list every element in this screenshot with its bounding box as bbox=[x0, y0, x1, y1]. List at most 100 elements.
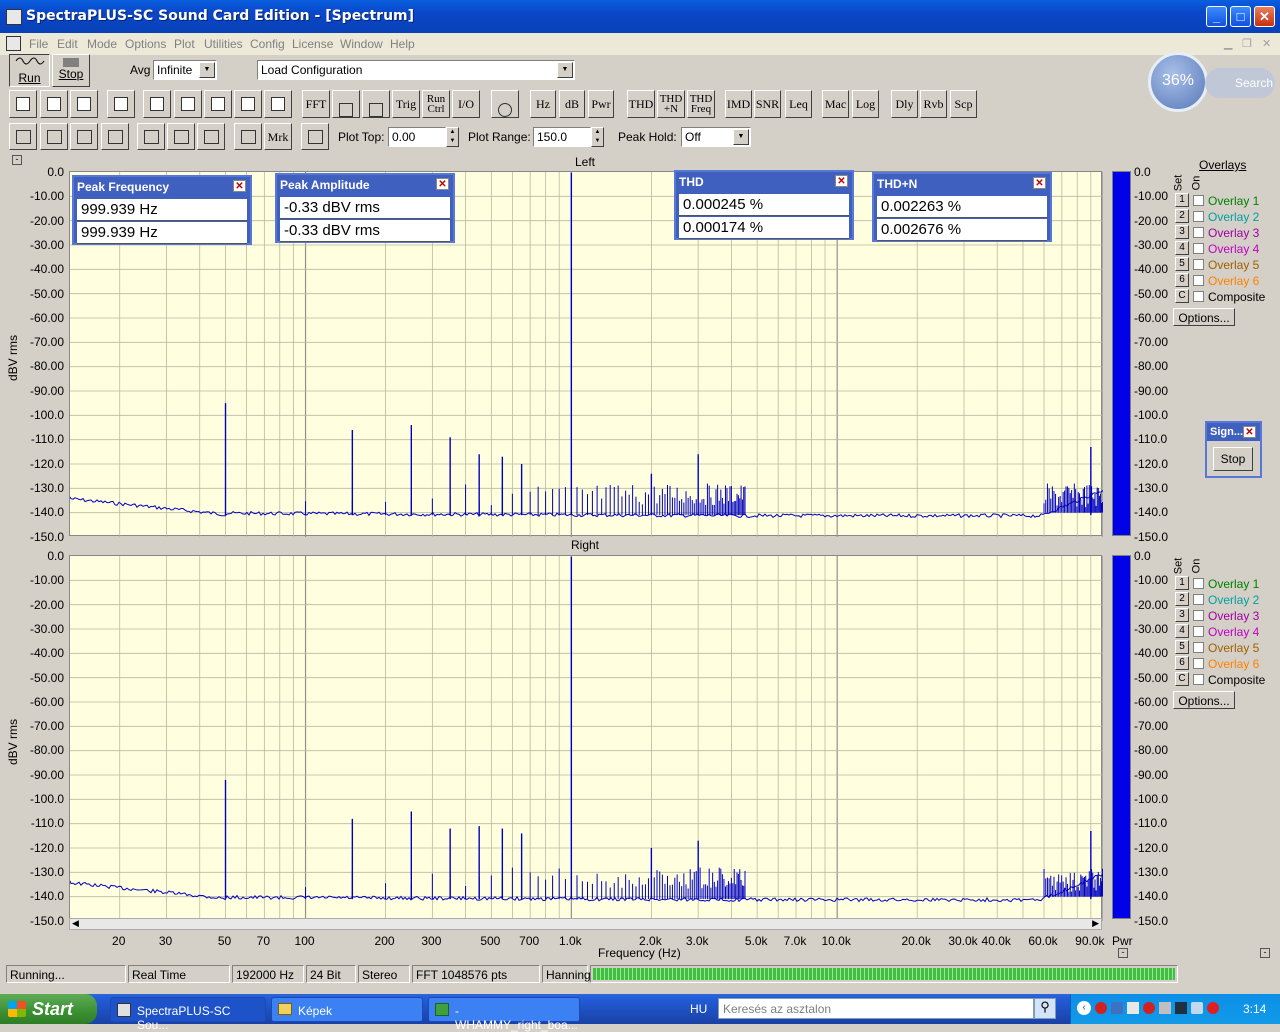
overlay-options-button[interactable]: Options... bbox=[1173, 691, 1235, 709]
zoom-search[interactable]: Search bbox=[1205, 68, 1275, 98]
mdi-minimize-icon[interactable]: ▁ bbox=[1224, 37, 1232, 50]
overlay-set-button[interactable]: C bbox=[1175, 672, 1189, 686]
envelope-button[interactable] bbox=[167, 123, 195, 150]
signal-generator-window[interactable]: Sign... ✕ Stop bbox=[1205, 421, 1262, 478]
task-whammy[interactable]: -WHAMMY_right_boa... bbox=[428, 997, 580, 1032]
signal-stop-button[interactable]: Stop bbox=[1213, 447, 1253, 471]
overlay-checkbox[interactable] bbox=[1193, 195, 1204, 206]
close-icon[interactable]: ✕ bbox=[1243, 426, 1256, 438]
toolbar-lowpass-button[interactable] bbox=[174, 90, 202, 118]
thdn-window[interactable]: THD+N ✕ 0.002263 % 0.002676 % bbox=[872, 172, 1052, 242]
plot-range-input[interactable]: 150.0 bbox=[533, 127, 591, 147]
tray-alert-icon[interactable] bbox=[1207, 1002, 1219, 1014]
tray-expand-icon[interactable]: ‹ bbox=[1077, 1001, 1091, 1015]
language-indicator[interactable]: HU bbox=[690, 1002, 707, 1016]
overlay-checkbox[interactable] bbox=[1193, 275, 1204, 286]
toolbar-button-imd[interactable]: IMD bbox=[725, 90, 752, 118]
overlay-checkbox[interactable] bbox=[1193, 211, 1204, 222]
toolbar-button-db[interactable]: dB bbox=[559, 90, 585, 118]
overlay-set-button[interactable]: 3 bbox=[1175, 608, 1189, 622]
close-icon[interactable]: ✕ bbox=[1033, 177, 1046, 189]
peak-button[interactable] bbox=[137, 123, 165, 150]
toolbar-button-pwr[interactable]: Pwr bbox=[588, 90, 614, 118]
toolbar-button-snr[interactable]: SNR bbox=[754, 90, 781, 118]
peak-hold-select[interactable]: Off ▼ bbox=[681, 127, 751, 147]
doc-icon[interactable] bbox=[6, 36, 21, 51]
zoom-out-button[interactable] bbox=[70, 123, 98, 150]
overlay-set-button[interactable]: 4 bbox=[1175, 241, 1189, 255]
thd-window[interactable]: THD ✕ 0.000245 % 0.000174 % bbox=[674, 170, 854, 240]
scroll-right-icon[interactable]: ▶ bbox=[1092, 918, 1099, 929]
overlay-checkbox[interactable] bbox=[1193, 594, 1204, 605]
zoom-full-button[interactable] bbox=[101, 123, 129, 150]
chevron-down-icon[interactable]: ▼ bbox=[199, 62, 215, 78]
search-icon[interactable]: ⚲ bbox=[1034, 998, 1056, 1019]
app-icon[interactable] bbox=[6, 9, 22, 25]
menu-file[interactable]: File bbox=[29, 37, 48, 51]
tray-security-icon[interactable] bbox=[1143, 1002, 1155, 1014]
toolbar-button-leq[interactable]: Leq bbox=[785, 90, 812, 118]
tray-shield-icon[interactable] bbox=[1191, 1002, 1203, 1014]
toolbar-button-trig[interactable]: Trig bbox=[392, 90, 420, 118]
menu-plot[interactable]: Plot bbox=[174, 37, 195, 51]
tray-app-icon[interactable] bbox=[1095, 1002, 1107, 1014]
overlay-checkbox[interactable] bbox=[1193, 642, 1204, 653]
overlay-checkbox[interactable] bbox=[1193, 610, 1204, 621]
chevron-down-icon[interactable]: ▼ bbox=[557, 62, 573, 78]
zoom-badge[interactable]: 36% bbox=[1148, 52, 1208, 112]
toolbar-button-generator[interactable] bbox=[491, 90, 519, 118]
horizontal-scrollbar[interactable]: ◀ ▶ bbox=[69, 918, 1102, 930]
mdi-restore-icon[interactable]: ❐ bbox=[1242, 37, 1252, 50]
bars-button[interactable] bbox=[197, 123, 225, 150]
task-kepek[interactable]: Képek bbox=[271, 997, 423, 1022]
collapse-icon[interactable]: - bbox=[12, 155, 22, 165]
maximize-button[interactable]: □ bbox=[1230, 6, 1251, 27]
task-spectraplus[interactable]: SpectraPLUS-SC Sou... bbox=[110, 997, 266, 1032]
collapse-icon[interactable]: - bbox=[1118, 948, 1128, 958]
toolbar-button-scope[interactable] bbox=[362, 90, 390, 118]
overlay-options-button[interactable]: Options... bbox=[1173, 308, 1235, 326]
menu-window[interactable]: Window bbox=[340, 37, 383, 51]
toolbar-button-log[interactable]: Log bbox=[852, 90, 879, 118]
toolbar-print-button[interactable] bbox=[107, 90, 135, 118]
menu-config[interactable]: Config bbox=[250, 37, 285, 51]
toolbar-slope-button[interactable] bbox=[204, 90, 232, 118]
overlay-set-button[interactable]: C bbox=[1175, 289, 1189, 303]
toolbar-button-rvb[interactable]: Rvb bbox=[920, 90, 947, 118]
tray-display-icon[interactable] bbox=[1127, 1002, 1139, 1014]
overlay-checkbox[interactable] bbox=[1193, 674, 1204, 685]
toolbar-signal-button[interactable] bbox=[143, 90, 171, 118]
run-button[interactable]: Run bbox=[9, 54, 50, 87]
toolbar-button-run-ctrl[interactable]: Run Ctrl bbox=[422, 90, 450, 118]
plot-range-spinner[interactable]: ▲ ▼ bbox=[591, 127, 604, 147]
overlay-set-button[interactable]: 2 bbox=[1175, 592, 1189, 606]
toolbar-button-fft[interactable]: FFT bbox=[302, 90, 330, 118]
menu-utilities[interactable]: Utilities bbox=[204, 37, 243, 51]
scroll-left-icon[interactable]: ◀ bbox=[72, 918, 79, 929]
toolbar-new-file-button[interactable] bbox=[9, 90, 37, 118]
stop-button[interactable]: Stop bbox=[52, 54, 90, 87]
toolbar-edit-chart-button[interactable] bbox=[264, 90, 292, 118]
marker-button[interactable]: Mrk bbox=[264, 123, 292, 150]
menu-edit[interactable]: Edit bbox=[57, 37, 78, 51]
zoom-button[interactable] bbox=[9, 123, 37, 150]
zoom-in-button[interactable] bbox=[40, 123, 68, 150]
close-button[interactable]: ✕ bbox=[1254, 6, 1275, 27]
toolbar-save-button[interactable] bbox=[70, 90, 98, 118]
plot-top-spinner[interactable]: ▲ ▼ bbox=[446, 127, 459, 147]
overlay-set-button[interactable]: 1 bbox=[1175, 193, 1189, 207]
toolbar-button-i-o[interactable]: I/O bbox=[452, 90, 480, 118]
plot-top-input[interactable]: 0.00 bbox=[388, 127, 446, 147]
overlay-checkbox[interactable] bbox=[1193, 658, 1204, 669]
minimize-button[interactable]: _ bbox=[1206, 6, 1227, 27]
overlay-checkbox[interactable] bbox=[1193, 243, 1204, 254]
tray-hardware-icon[interactable] bbox=[1159, 1002, 1171, 1014]
toolbar-open-file-button[interactable] bbox=[40, 90, 68, 118]
cursor-range-button[interactable] bbox=[301, 123, 329, 150]
toolbar-button-thd[interactable]: THD bbox=[627, 90, 655, 118]
overlay-set-button[interactable]: 2 bbox=[1175, 209, 1189, 223]
toolbar-button-thd-freq[interactable]: THD Freq bbox=[687, 90, 715, 118]
close-icon[interactable]: ✕ bbox=[835, 175, 848, 187]
menu-mode[interactable]: Mode bbox=[87, 37, 117, 51]
overlay-set-button[interactable]: 4 bbox=[1175, 624, 1189, 638]
